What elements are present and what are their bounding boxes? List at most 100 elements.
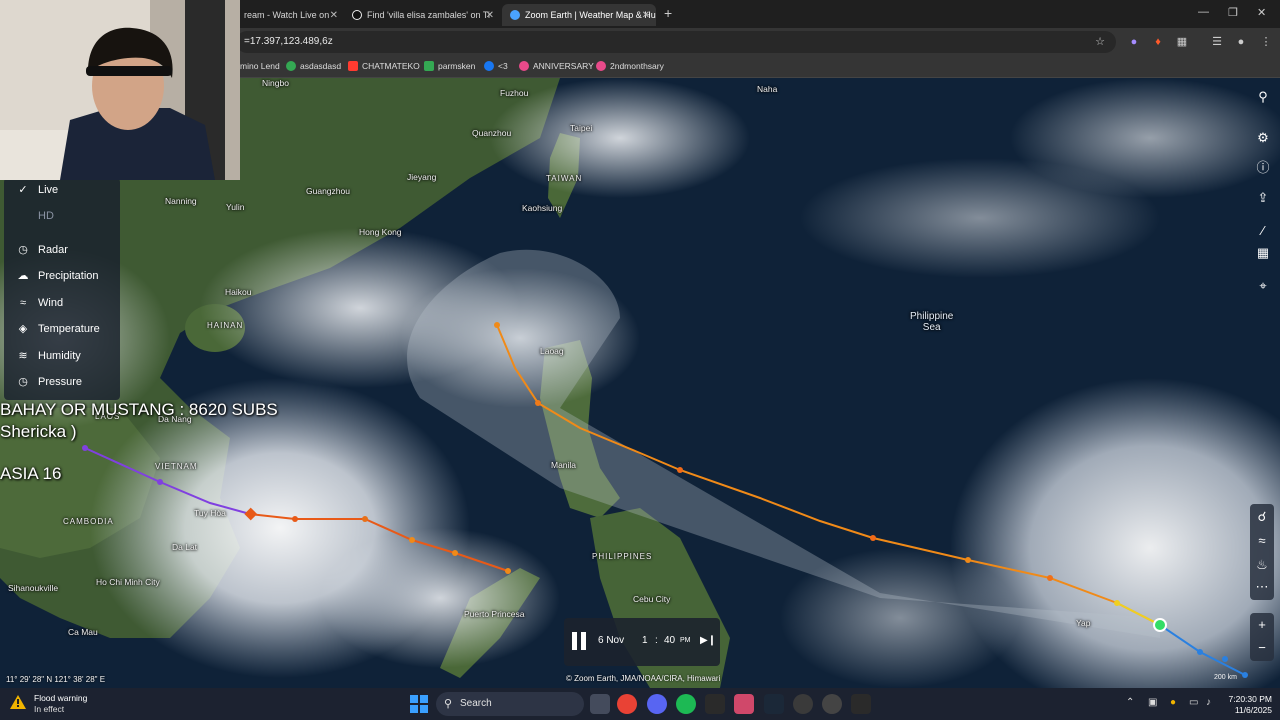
app-icon[interactable] [705, 694, 725, 714]
place-jieyang: Jieyang [407, 172, 437, 182]
more-icon[interactable]: ⋯ [1253, 578, 1271, 596]
facebook-icon [484, 61, 494, 71]
close-icon[interactable]: ✕ [642, 10, 650, 21]
place-vietnam: VIETNAM [155, 462, 198, 471]
layer-label: Precipitation [38, 270, 99, 282]
app-icon[interactable] [822, 694, 842, 714]
place-taipei: Taipei [570, 123, 593, 133]
spotify-icon[interactable] [676, 694, 696, 714]
tab-title: Find 'villa elisa zambales' on Ti [367, 10, 490, 20]
ampm-label: PM [680, 637, 691, 644]
minute-selector[interactable]: 40 [664, 635, 675, 646]
place-manila: Manila [551, 460, 577, 470]
info-icon[interactable]: ⓘ [1254, 159, 1272, 177]
search-icon[interactable]: ⚲ [1254, 88, 1272, 106]
bookmark-item[interactable]: mino Lend [240, 61, 280, 71]
bookmark-item[interactable]: <3 [484, 61, 508, 71]
chevron-up-icon[interactable]: ⌃ [1126, 697, 1134, 708]
streamer-picture [0, 0, 240, 180]
bookmark-item[interactable]: CHATMATEKO [348, 61, 420, 71]
app-icon[interactable] [851, 694, 871, 714]
close-icon[interactable]: ✕ [486, 10, 494, 21]
discord-icon[interactable] [647, 694, 667, 714]
fire-icon[interactable]: ♨ [1253, 556, 1271, 574]
windows-start-icon[interactable] [409, 694, 429, 714]
tab-zoom-earth[interactable]: Zoom Earth | Weather Map & Hu ✕ [502, 4, 656, 26]
webcam-overlay [0, 0, 240, 180]
bookmark-item[interactable]: asdasdasd [286, 61, 341, 71]
display-icon[interactable]: ▭ [1189, 697, 1198, 708]
chrome-icon[interactable] [617, 694, 637, 714]
layer-radar[interactable]: ◷ Radar [4, 238, 120, 262]
bookmark-icon [596, 61, 606, 71]
locate-icon[interactable]: ⌖ [1254, 277, 1272, 295]
task-view-icon[interactable] [590, 694, 610, 714]
place-haikou: Haikou [225, 287, 252, 297]
measure-icon[interactable]: ∕ [1254, 222, 1272, 240]
share-icon[interactable]: ⇪ [1254, 189, 1272, 207]
layer-pressure[interactable]: ◷ Pressure [4, 370, 120, 394]
wind-layer-icon[interactable]: ≈ [1253, 532, 1271, 550]
temperature-icon: ◈ [18, 323, 28, 335]
layer-label: Pressure [38, 376, 83, 388]
avatar[interactable]: ● [1234, 35, 1248, 49]
date-selector[interactable]: 6 Nov [598, 635, 624, 646]
taskbar: Flood warning In effect ⚲ Search ⌃ ▣ ● ▭… [0, 688, 1280, 720]
youtube-icon [348, 61, 358, 71]
layer-hd[interactable]: HD [4, 204, 120, 228]
tab-stream[interactable]: ream - Watch Live on ✕ [236, 4, 344, 26]
tiktok-icon [352, 10, 362, 20]
address-bar[interactable]: =17.397,123.489,6z [236, 31, 1116, 53]
gear-icon[interactable]: ⚙ [1254, 129, 1272, 147]
media-icon[interactable]: ☰ [1210, 35, 1224, 49]
streaming-app-icon[interactable] [734, 694, 754, 714]
bookmark-star-icon[interactable]: ☆ [1093, 35, 1107, 49]
clock-time: 7:20:30 PM [1228, 694, 1272, 704]
layer-humidity[interactable]: ≋ Humidity [4, 344, 120, 368]
network-icon[interactable]: ▣ [1148, 697, 1157, 708]
restore-icon[interactable]: ❐ [1228, 6, 1238, 19]
close-window-icon[interactable]: ✕ [1257, 6, 1266, 19]
close-icon[interactable]: ✕ [330, 10, 338, 21]
puzzle-icon[interactable]: ▦ [1175, 35, 1189, 49]
skip-forward-icon[interactable]: ▶❙ [700, 635, 716, 646]
minimize-icon[interactable]: — [1198, 6, 1209, 18]
stream-overlay-line2: Shericka ) [0, 422, 77, 441]
extension-icon[interactable]: ♦ [1151, 35, 1165, 49]
storm-icon[interactable]: ☌ [1253, 508, 1271, 526]
scale-bar: 200 km [1214, 674, 1237, 681]
weather-subtitle: In effect [34, 704, 65, 714]
extension-icon[interactable]: ● [1127, 35, 1141, 49]
place-cambodia: CAMBODIA [63, 517, 114, 526]
taskbar-search[interactable]: ⚲ Search [436, 692, 584, 716]
steam-icon[interactable] [764, 694, 784, 714]
place-guangzhou: Guangzhou [306, 186, 350, 196]
search-icon: ⚲ [444, 698, 453, 710]
layer-live[interactable]: ✓ Live [4, 178, 120, 202]
obs-icon[interactable] [793, 694, 813, 714]
bookmark-item[interactable]: 2ndmonthsary [596, 61, 664, 71]
check-icon: ✓ [18, 184, 28, 196]
place-fuzhou: Fuzhou [500, 88, 529, 98]
layer-wind[interactable]: ≈ Wind [4, 291, 120, 315]
place-philippines: PHILIPPINES [592, 552, 653, 561]
layer-label: Temperature [38, 323, 100, 335]
new-tab-button[interactable]: + [664, 5, 672, 21]
bookmark-item[interactable]: ANNIVERSARY [519, 61, 594, 71]
layer-precipitation[interactable]: ☁ Precipitation [4, 264, 120, 288]
zoom-out-icon[interactable]: − [1253, 639, 1271, 657]
humidity-icon: ≋ [18, 350, 28, 362]
place-nanning: Nanning [165, 196, 197, 206]
bookmark-item[interactable]: parmsken [424, 61, 475, 71]
pause-button[interactable] [572, 632, 588, 650]
microphone-icon[interactable]: ● [1170, 697, 1176, 708]
system-clock[interactable]: 7:20:30 PM 11/6/2025 [1222, 694, 1272, 716]
layer-temperature[interactable]: ◈ Temperature [4, 317, 120, 341]
grid-icon[interactable]: ▦ [1254, 244, 1272, 262]
zoom-in-icon[interactable]: + [1253, 616, 1271, 634]
menu-icon[interactable]: ⋮ [1259, 35, 1273, 49]
tab-tiktok[interactable]: Find 'villa elisa zambales' on Ti ✕ [344, 4, 500, 26]
place-laoag: Laoag [540, 346, 564, 356]
hour-selector[interactable]: 1 [642, 635, 648, 646]
volume-icon[interactable]: ♪ [1206, 697, 1211, 708]
